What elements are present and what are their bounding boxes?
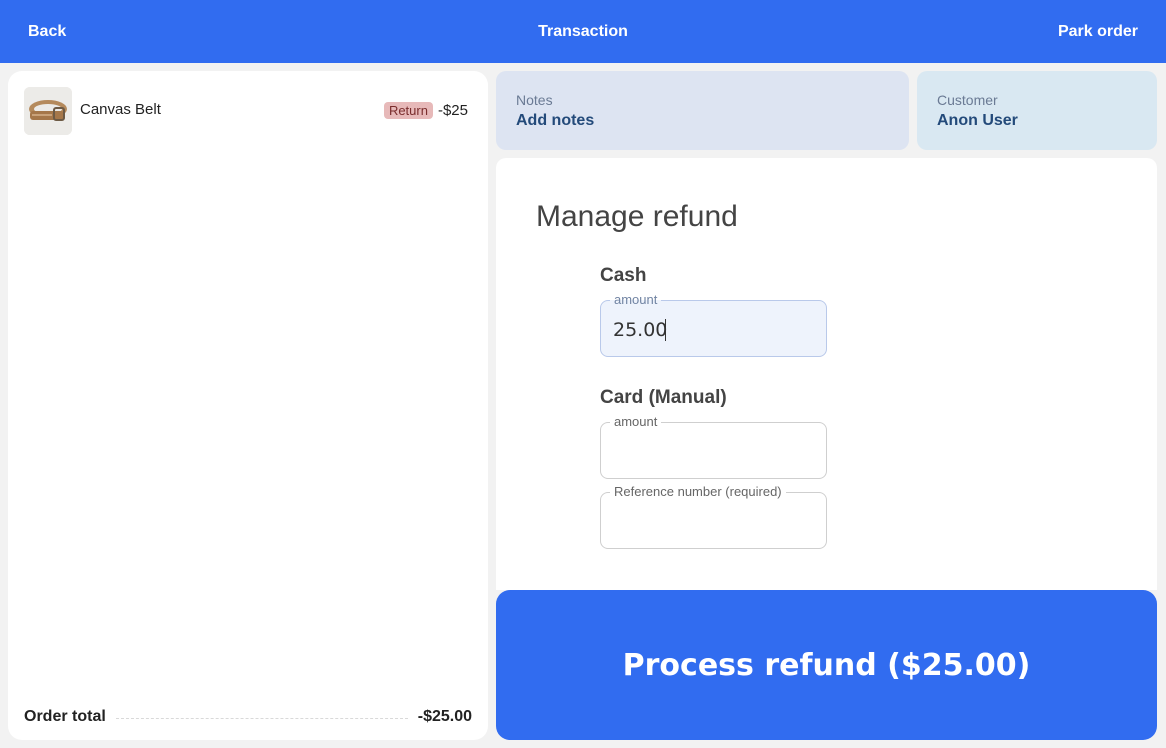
dotted-leader <box>115 717 408 719</box>
add-notes-link[interactable]: Add notes <box>516 112 889 130</box>
return-badge: Return <box>383 101 433 119</box>
belt-photo-icon <box>24 87 72 135</box>
refund-title: Manage refund <box>536 200 738 233</box>
back-button[interactable]: Back <box>28 23 66 41</box>
order-total-value: -$25.00 <box>417 708 472 725</box>
text-caret <box>665 319 666 341</box>
process-refund-button[interactable]: Process refund ($25.00) <box>496 590 1157 740</box>
customer-label: Customer <box>937 92 998 108</box>
card-amount-label: amount <box>610 414 662 430</box>
item-price: -$25 <box>437 101 468 119</box>
reference-number-label: Reference number (required) <box>610 484 786 500</box>
refund-panel: Manage refund Cash amount Card (Manual) … <box>496 158 1157 590</box>
order-panel: Canvas Belt Return -$25 Order total -$25… <box>8 71 488 740</box>
page-title: Transaction <box>538 22 628 40</box>
notes-card[interactable]: Notes Add notes <box>496 71 909 150</box>
customer-name[interactable]: Anon User <box>937 112 1137 130</box>
park-order-button[interactable]: Park order <box>1058 23 1138 41</box>
cash-amount-field[interactable]: amount <box>600 292 827 357</box>
notes-label: Notes <box>516 92 553 108</box>
cash-label: Cash <box>600 265 647 286</box>
reference-number-input[interactable] <box>613 507 813 537</box>
card-amount-input[interactable] <box>613 437 813 467</box>
cash-amount-label: amount <box>610 292 662 308</box>
product-image <box>24 87 72 135</box>
card-amount-field[interactable]: amount <box>600 414 827 479</box>
order-total-row: Order total -$25.00 <box>24 706 472 728</box>
item-name: Canvas Belt <box>80 100 161 118</box>
customer-card[interactable]: Customer Anon User <box>917 71 1157 150</box>
cash-amount-input[interactable] <box>613 315 813 345</box>
list-item[interactable]: Canvas Belt Return -$25 <box>24 87 468 135</box>
card-manual-label: Card (Manual) <box>600 387 727 408</box>
top-bar: Back Transaction Park order <box>0 0 1166 63</box>
order-total-label: Order total <box>24 708 106 725</box>
reference-number-field[interactable]: Reference number (required) <box>600 484 827 549</box>
